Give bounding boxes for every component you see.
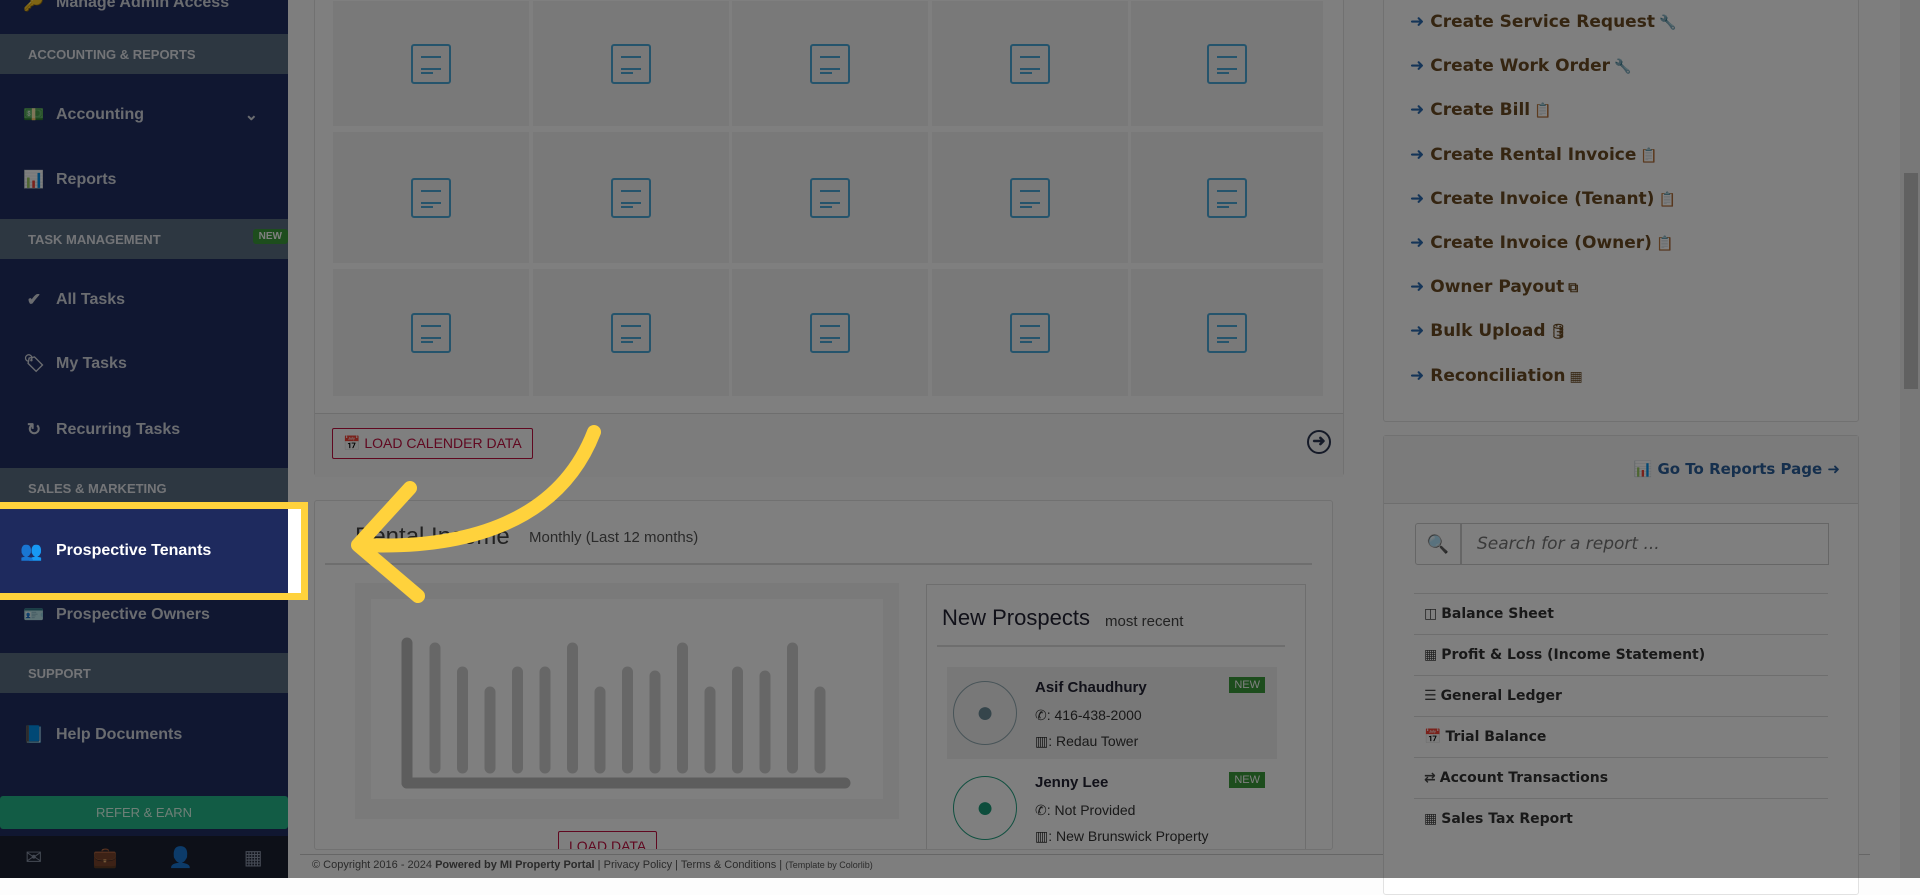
- highlight-box: 👥 Prospective Tenants: [0, 502, 308, 600]
- dim-overlay: [0, 0, 1920, 878]
- sidebar-item-prospective-tenants[interactable]: 👥 Prospective Tenants: [0, 509, 288, 593]
- users-icon: 👥: [20, 540, 43, 561]
